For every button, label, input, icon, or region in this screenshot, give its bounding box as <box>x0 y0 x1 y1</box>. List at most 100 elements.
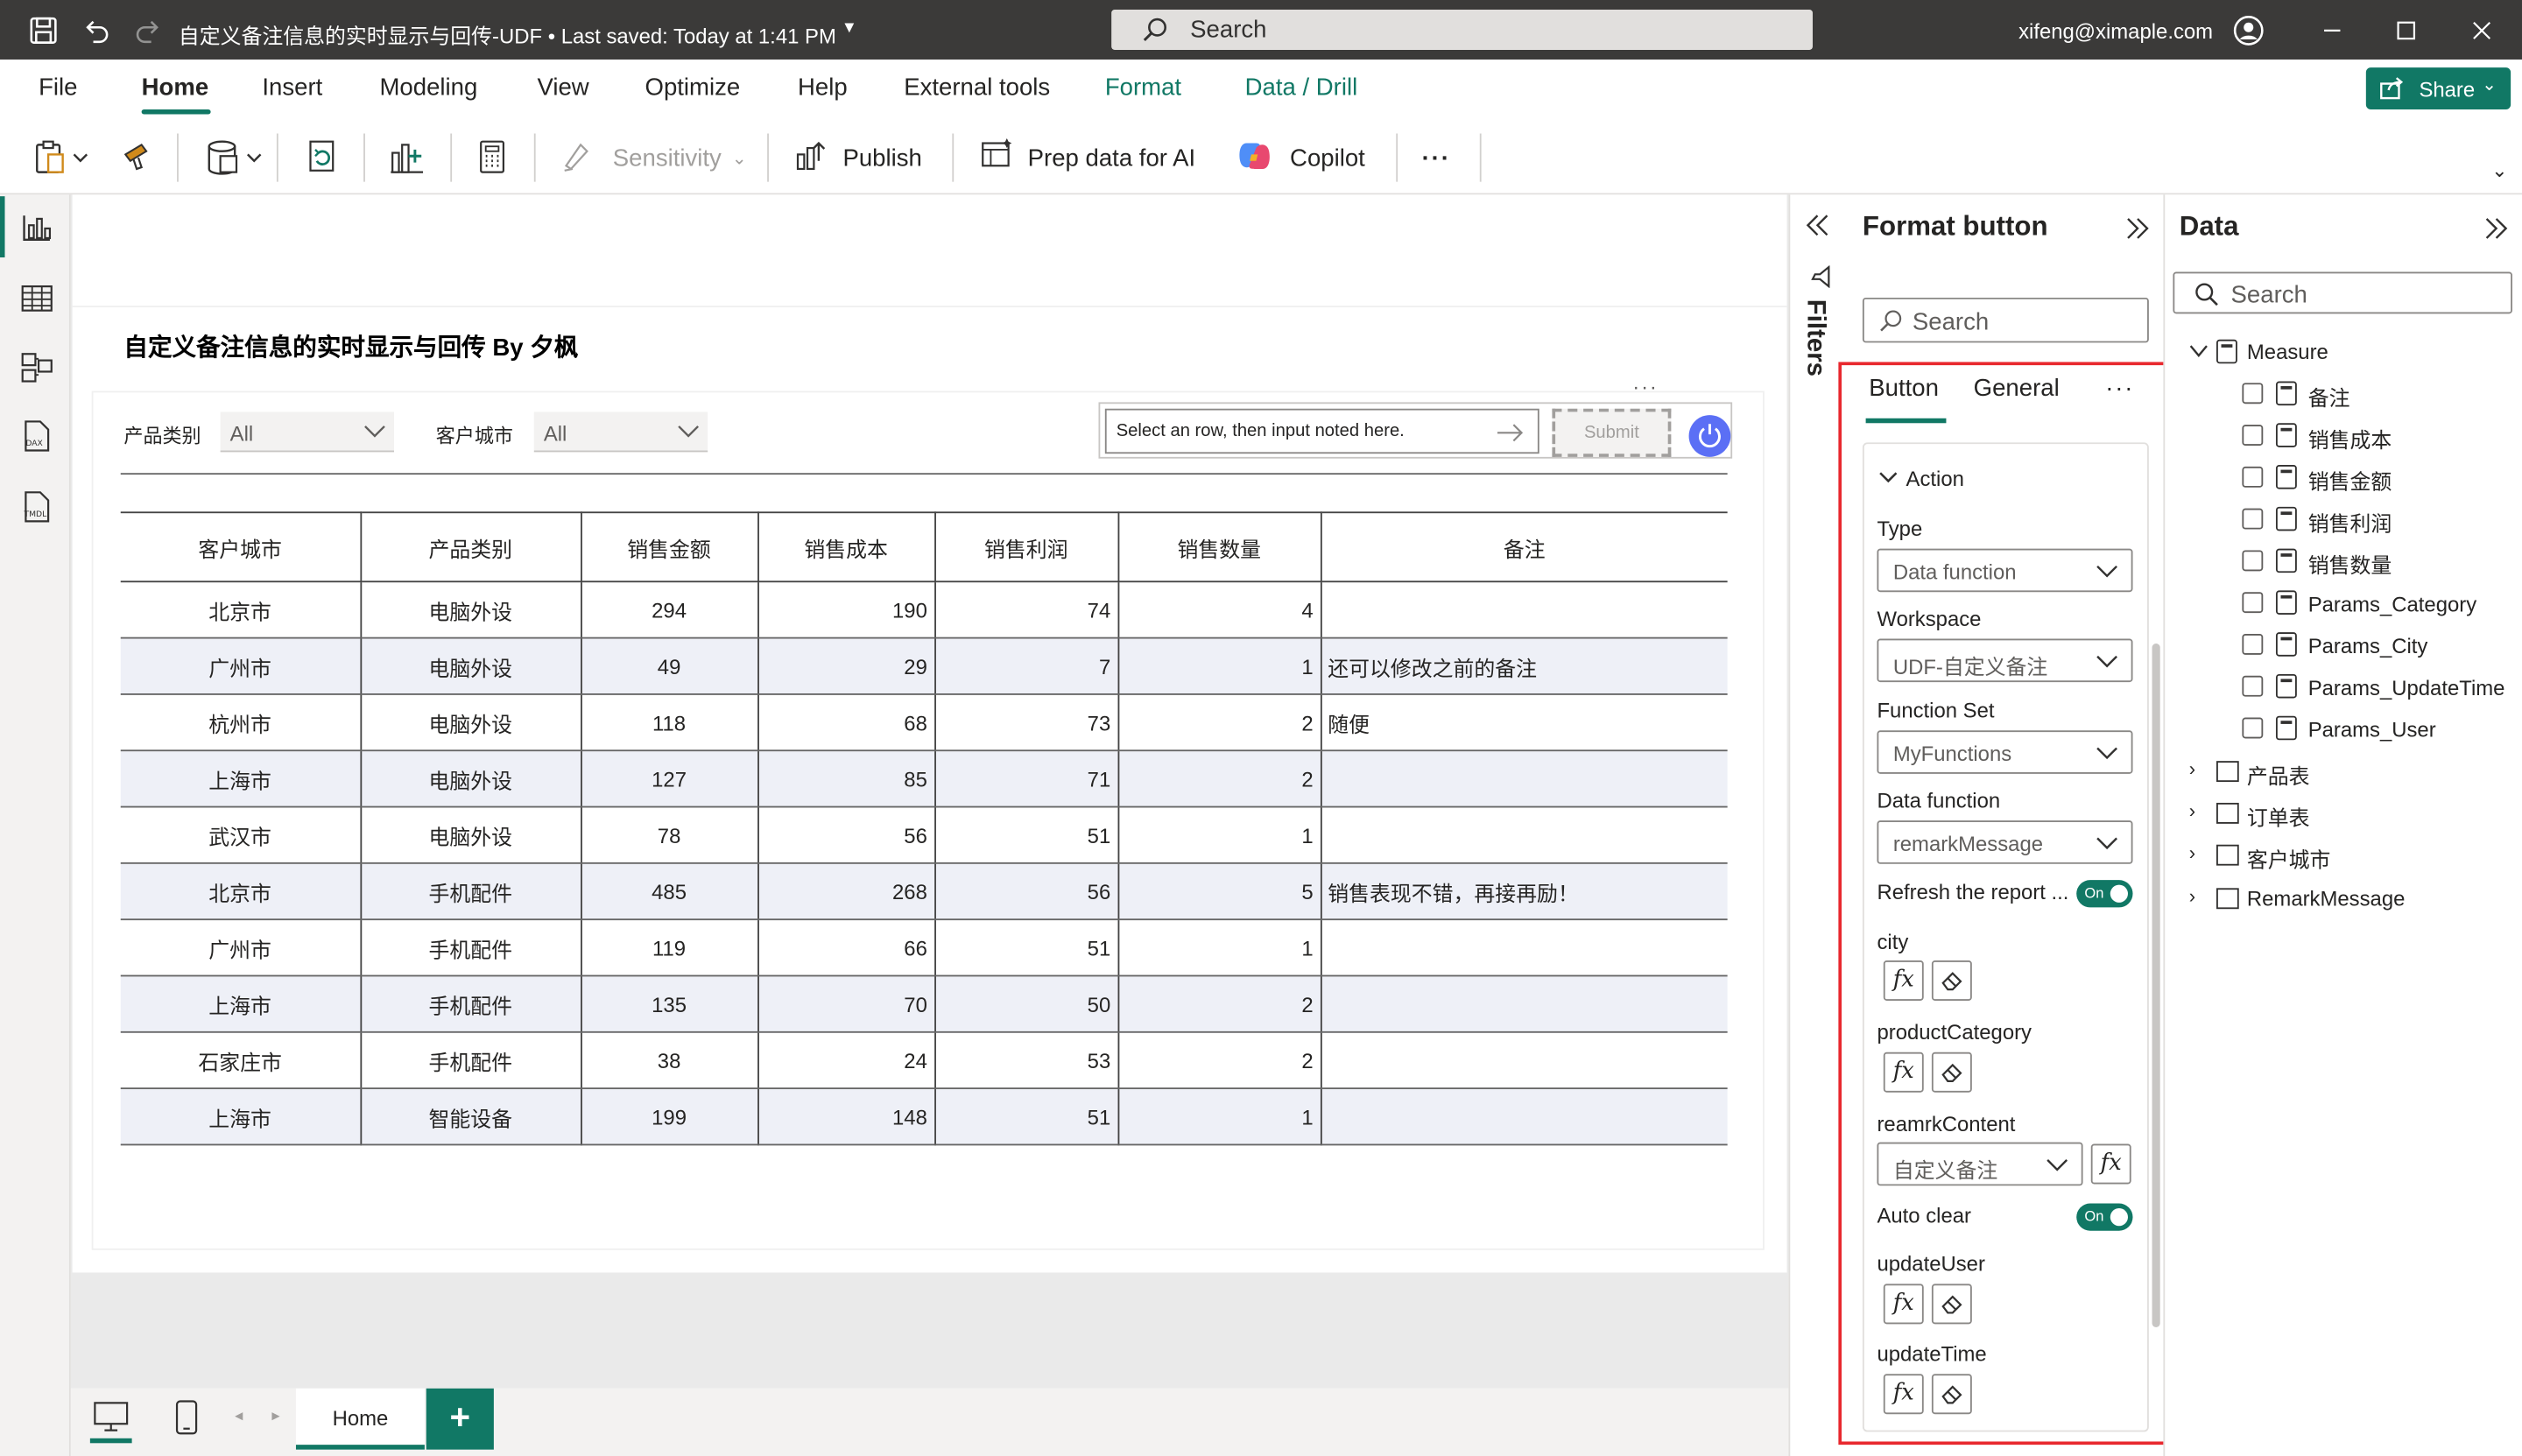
arrow-right-icon[interactable] <box>1496 421 1525 444</box>
refresh-report-toggle[interactable]: On <box>2076 880 2133 908</box>
search-box[interactable]: Search <box>1111 10 1813 50</box>
field-checkbox[interactable] <box>2242 675 2264 697</box>
publish-icon[interactable] <box>793 138 828 173</box>
tab-file[interactable]: File <box>39 74 77 102</box>
table-row[interactable]: 北京市 手机配件 485 268 56 5 销售表现不错，再接再励！ <box>120 862 1728 921</box>
field-checkbox[interactable] <box>2242 634 2264 655</box>
tab-external-tools[interactable]: External tools <box>904 74 1050 102</box>
sensitivity-icon[interactable] <box>561 138 596 173</box>
visual-more-options[interactable]: ··· <box>1632 375 1658 399</box>
slicer-dropdown-category[interactable]: All <box>220 411 394 453</box>
format-search-input[interactable]: Search <box>1862 297 2149 343</box>
tab-view[interactable]: View <box>537 74 588 102</box>
format-pane-scrollbar[interactable] <box>2152 644 2160 1327</box>
field-checkbox[interactable] <box>2242 592 2264 614</box>
scroll-right-icon[interactable]: ▸ <box>271 1408 279 1425</box>
update-time-fx-button[interactable]: fx <box>1883 1374 1924 1415</box>
table-row[interactable]: 武汉市 电脑外设 78 56 51 1 <box>120 806 1728 864</box>
sensitivity-label[interactable]: Sensitivity <box>613 144 722 172</box>
column-header[interactable]: 销售利润 <box>934 511 1119 583</box>
column-header[interactable]: 产品类别 <box>360 511 581 583</box>
collapse-ribbon-icon[interactable]: ⌄ <box>2491 159 2507 182</box>
table-row[interactable]: 北京市 电脑外设 294 190 74 4 <box>120 581 1728 639</box>
submit-button[interactable]: Submit <box>1552 408 1672 457</box>
minimize-icon[interactable] <box>2316 15 2349 47</box>
collapse-right-icon[interactable] <box>2126 217 2149 240</box>
measure-item[interactable]: Params_City <box>2308 634 2428 658</box>
mobile-layout-icon[interactable] <box>173 1398 199 1437</box>
tab-modeling[interactable]: Modeling <box>379 74 477 102</box>
prep-data-icon[interactable] <box>980 137 1015 172</box>
measure-item[interactable]: Params_UpdateTime <box>2308 676 2505 700</box>
measure-item[interactable]: 销售成本 <box>2308 423 2392 454</box>
page-tab-home[interactable]: Home <box>295 1388 425 1450</box>
power-button[interactable] <box>1688 415 1731 457</box>
remark-content-fx-button[interactable]: fx <box>2090 1143 2131 1185</box>
maximize-icon[interactable] <box>2390 15 2422 47</box>
table-item[interactable]: 客户城市 <box>2247 843 2331 874</box>
filters-pane-collapsed[interactable] <box>1788 194 1841 1456</box>
scroll-left-icon[interactable]: ◂ <box>235 1408 243 1425</box>
format-more-options[interactable]: ··· <box>2105 375 2134 402</box>
more-options-button[interactable]: ··· <box>1422 144 1451 172</box>
city-fx-button[interactable]: fx <box>1883 960 1924 1001</box>
save-icon[interactable] <box>27 15 60 47</box>
product-category-clear-button[interactable] <box>1931 1052 1972 1093</box>
paste-icon[interactable] <box>32 140 94 175</box>
table-row[interactable]: 上海市 电脑外设 127 85 71 2 <box>120 750 1728 808</box>
tab-general[interactable]: General <box>1974 375 2060 402</box>
prep-data-button[interactable]: Prep data for AI <box>1028 144 1195 172</box>
measure-table-name[interactable]: Measure <box>2247 340 2328 364</box>
chevron-down-icon[interactable] <box>2189 344 2209 359</box>
table-view-icon[interactable] <box>19 280 54 315</box>
table-row[interactable]: 广州市 电脑外设 49 29 7 1 还可以修改之前的备注 <box>120 637 1728 695</box>
collapse-right-icon[interactable] <box>2485 217 2508 240</box>
table-row[interactable]: 杭州市 电脑外设 118 68 73 2 随便 <box>120 693 1728 752</box>
refresh-icon[interactable] <box>304 138 342 177</box>
share-button[interactable]: Share ⌄ <box>2365 67 2511 109</box>
field-checkbox[interactable] <box>2242 717 2264 739</box>
field-checkbox[interactable] <box>2242 425 2264 447</box>
chevron-down-icon[interactable]: ▼ <box>833 13 865 46</box>
redo-icon[interactable] <box>132 15 165 47</box>
measure-item[interactable]: 销售利润 <box>2308 507 2392 538</box>
chevron-right-icon[interactable]: › <box>2189 799 2195 822</box>
data-function-dropdown[interactable]: remarkMessage <box>1877 820 2133 864</box>
data-search-input[interactable]: Search <box>2173 271 2512 314</box>
tab-format[interactable]: Format <box>1105 74 1181 102</box>
chevron-down-icon[interactable]: ⌄ <box>732 148 747 169</box>
column-header[interactable]: 销售数量 <box>1117 511 1321 583</box>
new-visual-icon[interactable] <box>388 137 426 179</box>
column-header[interactable]: 销售成本 <box>757 511 936 583</box>
workspace-dropdown[interactable]: UDF-自定义备注 <box>1877 638 2133 683</box>
format-painter-icon[interactable] <box>119 140 154 175</box>
desktop-layout-icon[interactable] <box>92 1400 130 1435</box>
product-category-fx-button[interactable]: fx <box>1883 1052 1924 1093</box>
update-user-fx-button[interactable]: fx <box>1883 1284 1924 1325</box>
type-dropdown[interactable]: Data function <box>1877 548 2133 593</box>
undo-icon[interactable] <box>81 15 113 47</box>
tab-button[interactable]: Button <box>1869 375 1939 402</box>
column-header[interactable]: 销售金额 <box>581 511 759 583</box>
publish-button[interactable]: Publish <box>842 144 921 172</box>
table-item[interactable]: 产品表 <box>2247 759 2310 790</box>
field-checkbox[interactable] <box>2242 466 2264 488</box>
user-email[interactable]: xifeng@ximaple.com <box>2018 19 2213 44</box>
dax-query-view-icon[interactable]: DAX <box>19 419 54 454</box>
measure-item[interactable]: Params_User <box>2308 718 2436 742</box>
update-user-clear-button[interactable] <box>1931 1284 1972 1325</box>
tab-insert[interactable]: Insert <box>262 74 322 102</box>
measure-item[interactable]: 备注 <box>2308 382 2350 412</box>
calculator-icon[interactable] <box>476 138 509 177</box>
measure-item[interactable]: 销售金额 <box>2308 465 2392 496</box>
expand-left-icon[interactable] <box>1806 214 1829 236</box>
avatar-icon[interactable] <box>2232 15 2265 47</box>
tab-home[interactable]: Home <box>142 74 209 102</box>
tab-help[interactable]: Help <box>798 74 848 102</box>
table-row[interactable]: 石家庄市 手机配件 38 24 53 2 <box>120 1031 1728 1090</box>
document-title[interactable]: 自定义备注信息的实时显示与回传-UDF • Last saved: Today … <box>179 19 836 50</box>
close-icon[interactable] <box>2466 15 2498 47</box>
measure-item[interactable]: 销售数量 <box>2308 549 2392 580</box>
function-set-dropdown[interactable]: MyFunctions <box>1877 730 2133 774</box>
tmdl-view-icon[interactable]: TMDL <box>19 489 54 524</box>
